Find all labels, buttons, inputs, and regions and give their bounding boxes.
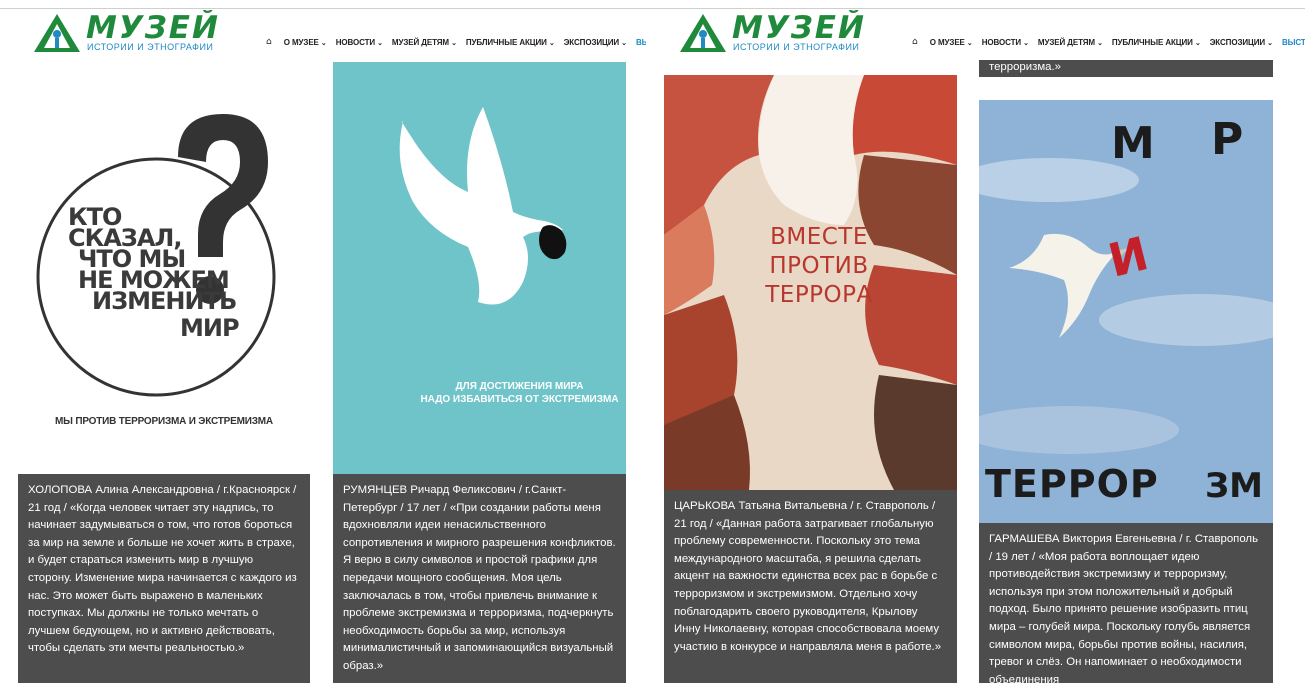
nav-public-actions[interactable]: ПУБЛИЧНЫЕ АКЦИИ ⌄ (1112, 38, 1201, 47)
main-nav: ⌂ О МУЗЕЕ ⌄ НОВОСТИ ⌄ МУЗЕЙ ДЕТЯМ ⌄ ПУБЛ… (912, 37, 1305, 47)
chevron-down-icon: ⌄ (548, 39, 555, 47)
nav-exhibitions[interactable]: ВЫСТАВКИ (1282, 38, 1305, 47)
museum-logo[interactable]: МУЗЕЙ ИСТОРИИ И ЭТНОГРАФИИ (32, 10, 232, 56)
home-icon[interactable]: ⌂ (912, 37, 918, 47)
museum-logo[interactable]: МУЗЕЙ ИСТОРИИ И ЭТНОГРАФИИ (678, 10, 878, 56)
chevron-down-icon: ⌄ (377, 39, 383, 47)
logo-emblem-icon (34, 14, 80, 52)
chevron-down-icon: ⌄ (1097, 39, 1103, 47)
poster-letter: М (1111, 118, 1155, 169)
nav-expositions[interactable]: ЭКСПОЗИЦИИ ⌄ (564, 38, 627, 47)
poster-image-2[interactable]: ДЛЯ ДОСТИЖЕНИЯ МИРА НАДО ИЗБАВИТЬСЯ ОТ Э… (333, 62, 626, 474)
chevron-down-icon: ⌄ (320, 39, 327, 47)
dove-icon (399, 107, 567, 305)
nav-exhibitions[interactable]: ВЫСТАІ (636, 38, 646, 47)
logo-subtitle: ИСТОРИИ И ЭТНОГРАФИИ (733, 42, 860, 52)
nav-public-actions[interactable]: ПУБЛИЧНЫЕ АКЦИИ ⌄ (466, 38, 555, 47)
logo-emblem-icon (680, 14, 726, 52)
nav-kids[interactable]: МУЗЕЙ ДЕТЯМ ⌄ (1038, 38, 1103, 47)
artwork-caption-3: ЦАРЬКОВА Татьяна Витальевна / г. Ставроп… (664, 490, 957, 683)
poster-image-4[interactable]: М Р И ТЕРРОР ЗМ (979, 100, 1273, 523)
logo-subtitle: ИСТОРИИ И ЭТНОГРАФИИ (87, 42, 214, 52)
main-nav: ⌂ О МУЗЕЕ ⌄ НОВОСТИ ⌄ МУЗЕЙ ДЕТЯМ ⌄ ПУБЛ… (266, 37, 646, 47)
chevron-down-icon: ⌄ (1023, 39, 1029, 47)
site-header-right: МУЗЕЙ ИСТОРИИ И ЭТНОГРАФИИ ⌂ О МУЗЕЕ ⌄ Н… (664, 10, 1305, 60)
home-icon[interactable]: ⌂ (266, 37, 272, 47)
top-divider (0, 8, 1305, 9)
poster-letter: Р (1211, 114, 1244, 165)
poster-line: МИР (180, 314, 240, 342)
poster-word: ЗМ (1205, 466, 1263, 506)
chevron-down-icon: ⌄ (1267, 39, 1273, 47)
chevron-down-icon: ⌄ (1194, 39, 1201, 47)
nav-expositions[interactable]: ЭКСПОЗИЦИИ ⌄ (1210, 38, 1273, 47)
logo-word: МУЗЕЙ (732, 10, 866, 46)
poster-title: ВМЕСТЕ ПРОТИВ ТЕРРОРА (765, 224, 873, 308)
chevron-down-icon: ⌄ (451, 39, 457, 47)
artwork-caption-prev-fragment: терроризма.» (979, 60, 1273, 77)
poster-tagline: МЫ ПРОТИВ ТЕРРОРИЗМА И ЭКСТРЕМИЗМА (55, 416, 273, 427)
poster-slogan: ДЛЯ ДОСТИЖЕНИЯ МИРА НАДО ИЗБАВИТЬСЯ ОТ Э… (420, 381, 619, 405)
artwork-caption-2: РУМЯНЦЕВ Ричард Феликсович / г.Санкт-Пет… (333, 474, 626, 683)
chevron-down-icon: ⌄ (966, 39, 973, 47)
nav-about[interactable]: О МУЗЕЕ ⌄ (930, 38, 973, 47)
poster-image-3[interactable]: ВМЕСТЕ ПРОТИВ ТЕРРОРА (664, 75, 957, 490)
nav-about[interactable]: О МУЗЕЕ ⌄ (284, 38, 327, 47)
chevron-down-icon: ⌄ (621, 39, 627, 47)
artwork-caption-4: ГАРМАШЕВА Виктория Евгеньевна / г. Ставр… (979, 523, 1273, 683)
nav-news[interactable]: НОВОСТИ ⌄ (336, 38, 383, 47)
artwork-caption-1: ХОЛОПОВА Алина Александровна / г.Красноя… (18, 474, 310, 683)
poster-image-1[interactable]: КТО СКАЗАЛ, ЧТО МЫ НЕ МОЖЕМ ИЗМЕНИТЬ МИР… (18, 62, 310, 474)
site-header-left: МУЗЕЙ ИСТОРИИ И ЭТНОГРАФИИ ⌂ О МУЗЕЕ ⌄ Н… (18, 10, 646, 60)
poster-word: ТЕРРОР (985, 462, 1159, 506)
nav-kids[interactable]: МУЗЕЙ ДЕТЯМ ⌄ (392, 38, 457, 47)
poster-line: ИЗМЕНИТЬ (92, 287, 237, 315)
logo-word: МУЗЕЙ (86, 10, 220, 46)
nav-news[interactable]: НОВОСТИ ⌄ (982, 38, 1029, 47)
